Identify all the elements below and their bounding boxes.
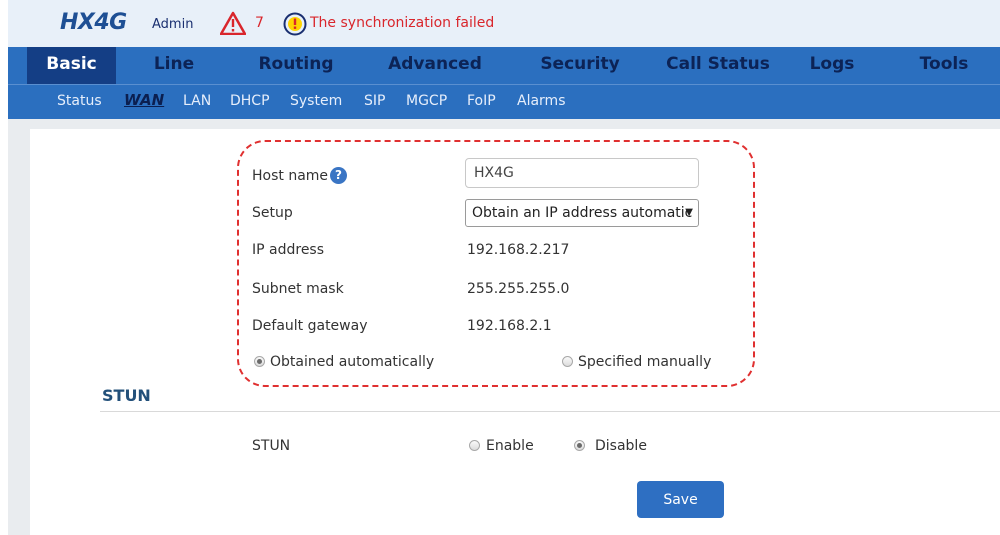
subnav-dhcp[interactable]: DHCP	[230, 93, 270, 109]
subnav-status[interactable]: Status	[57, 93, 102, 109]
sync-failed-icon	[283, 12, 307, 36]
nav-tab-basic[interactable]: Basic	[27, 47, 116, 84]
stun-enable-radio[interactable]	[469, 440, 480, 451]
main-navigation: Basic Line Routing Advanced Security Cal…	[8, 47, 1000, 84]
stun-disable-radio[interactable]	[574, 440, 585, 451]
nav-tab-line[interactable]: Line	[144, 47, 204, 84]
sync-status-message: The synchronization failed	[310, 15, 495, 31]
subnav-system[interactable]: System	[290, 93, 342, 109]
nav-tab-call-status[interactable]: Call Status	[657, 47, 779, 84]
subnav-mgcp[interactable]: MGCP	[406, 93, 447, 109]
subnav-foip[interactable]: FoIP	[467, 93, 496, 109]
nav-tab-advanced[interactable]: Advanced	[380, 47, 490, 84]
stun-disable-label: Disable	[595, 438, 647, 454]
nav-tab-routing[interactable]: Routing	[251, 47, 341, 84]
nav-tab-security[interactable]: Security	[530, 47, 630, 84]
brand-logo: HX4G	[60, 10, 127, 35]
stun-label: STUN	[252, 438, 291, 454]
highlight-annotation	[237, 140, 755, 387]
alarm-count[interactable]: 7	[255, 15, 264, 31]
stun-enable-label: Enable	[486, 438, 534, 454]
subnav-alarms[interactable]: Alarms	[517, 93, 566, 109]
stun-section-title: STUN	[102, 386, 151, 405]
subnav-lan[interactable]: LAN	[183, 93, 211, 109]
section-divider	[100, 411, 1000, 412]
sub-navigation: Status WAN LAN DHCP System SIP MGCP FoIP…	[8, 84, 1000, 119]
save-button[interactable]: Save	[637, 481, 724, 518]
nav-tab-logs[interactable]: Logs	[805, 47, 859, 84]
left-edge	[0, 0, 8, 535]
alarm-warning-icon[interactable]	[220, 11, 246, 35]
subnav-wan[interactable]: WAN	[124, 91, 164, 109]
subnav-sip[interactable]: SIP	[364, 93, 385, 109]
user-label: Admin	[152, 17, 194, 32]
nav-tab-tools[interactable]: Tools	[913, 47, 975, 84]
